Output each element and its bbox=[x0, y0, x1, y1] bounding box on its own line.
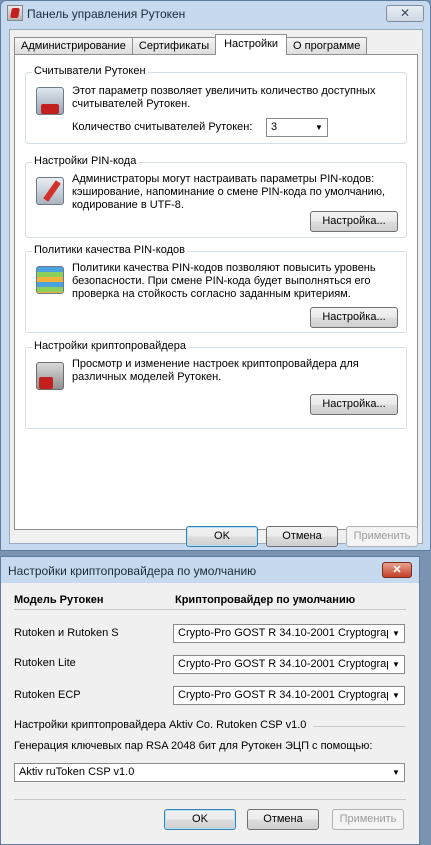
ok-button[interactable]: OK bbox=[186, 526, 258, 547]
chevron-down-icon: ▼ bbox=[311, 119, 327, 136]
chevron-down-icon: ▼ bbox=[388, 625, 404, 642]
column-header-provider: Криптопровайдер по умолчанию bbox=[175, 594, 356, 606]
close-button[interactable]: ✕ bbox=[386, 5, 424, 22]
dialog-title: Настройки криптопровайдера по умолчанию bbox=[8, 564, 257, 578]
readers-group-caption: Считыватели Рутокен bbox=[32, 65, 148, 77]
tab-strip: Администрирование Сертификаты Настройки … bbox=[14, 34, 368, 55]
provider-select-rutoken-lite[interactable]: Crypto-Pro GOST R 34.10-2001 Cryptograph… bbox=[173, 655, 405, 674]
crypto-group: Настройки криптопровайдера Просмотр и из… bbox=[25, 340, 407, 429]
crypto-settings-button[interactable]: Настройка... bbox=[310, 394, 398, 415]
readers-count-label: Количество считывателей Рутокен: bbox=[72, 121, 253, 133]
rsa-provider-value: Aktiv ruToken CSP v1.0 bbox=[19, 766, 135, 778]
rutoken-app-icon bbox=[7, 5, 23, 21]
aktiv-section-label: Настройки криптопровайдера Aktiv Co. Rut… bbox=[14, 719, 307, 731]
crypto-caption: Настройки криптопровайдера bbox=[32, 340, 189, 352]
settings-panel: Считыватели Рутокен Этот параметр позвол… bbox=[14, 54, 418, 530]
control-panel-window: Панель управления Рутокен ✕ Администриро… bbox=[0, 0, 431, 551]
buttons-divider bbox=[14, 799, 406, 800]
chevron-down-icon: ▼ bbox=[388, 764, 404, 781]
title-bar[interactable]: Панель управления Рутокен ✕ bbox=[1, 1, 430, 27]
aktiv-section-divider bbox=[313, 726, 405, 727]
dialog-apply-button: Применить bbox=[332, 809, 404, 830]
dialog-title-bar[interactable]: Настройки криптопровайдера по умолчанию … bbox=[1, 557, 419, 583]
header-divider bbox=[14, 609, 406, 610]
tab-certificates[interactable]: Сертификаты bbox=[131, 37, 217, 55]
crypto-defaults-dialog: Настройки криптопровайдера по умолчанию … bbox=[0, 556, 420, 845]
tab-settings[interactable]: Настройки bbox=[215, 34, 288, 55]
apply-button: Применить bbox=[346, 526, 418, 547]
pin-policy-description: Политики качества PIN-кодов позволяют по… bbox=[72, 262, 376, 300]
provider-value: Crypto-Pro GOST R 34.10-2001 Cryptograph… bbox=[178, 689, 405, 701]
model-label-rutoken-lite: Rutoken Lite bbox=[14, 657, 76, 669]
crypto-provider-icon bbox=[36, 362, 64, 390]
provider-value: Crypto-Pro GOST R 34.10-2001 Cryptograph… bbox=[178, 658, 405, 670]
pin-settings-button[interactable]: Настройка... bbox=[310, 211, 398, 232]
pin-settings-group: Настройки PIN-кода Администраторы могут … bbox=[25, 155, 407, 238]
readers-description: Этот параметр позволяет увеличить количе… bbox=[72, 85, 376, 110]
dialog-ok-button[interactable]: OK bbox=[164, 809, 236, 830]
pin-settings-caption: Настройки PIN-кода bbox=[32, 155, 139, 167]
column-header-model: Модель Рутокен bbox=[14, 594, 104, 606]
model-label-rutoken-s: Rutoken и Rutoken S bbox=[14, 627, 119, 639]
card-reader-icon bbox=[36, 87, 64, 115]
pin-settings-description: Администраторы могут настраивать парамет… bbox=[72, 173, 386, 211]
rsa-generation-label: Генерация ключевых пар RSA 2048 бит для … bbox=[14, 740, 373, 752]
chevron-down-icon: ▼ bbox=[388, 687, 404, 704]
crypto-description: Просмотр и изменение настроек криптопров… bbox=[72, 358, 359, 383]
chevron-down-icon: ▼ bbox=[388, 656, 404, 673]
pin-policy-group: Политики качества PIN-кодов Политики кач… bbox=[25, 244, 407, 333]
provider-value: Crypto-Pro GOST R 34.10-2001 Cryptograph… bbox=[178, 627, 405, 639]
dialog-cancel-button[interactable]: Отмена bbox=[247, 809, 319, 830]
pin-policy-caption: Политики качества PIN-кодов bbox=[32, 244, 187, 256]
policy-bars-icon bbox=[36, 266, 64, 294]
tab-about[interactable]: О программе bbox=[286, 37, 368, 55]
close-icon[interactable]: ✕ bbox=[382, 562, 412, 578]
cancel-button[interactable]: Отмена bbox=[266, 526, 338, 547]
window-title: Панель управления Рутокен bbox=[27, 7, 186, 21]
readers-count-value: 3 bbox=[271, 121, 278, 133]
window-client: Администрирование Сертификаты Настройки … bbox=[9, 29, 423, 547]
pin-pencil-icon bbox=[36, 177, 64, 205]
provider-select-rutoken-ecp[interactable]: Crypto-Pro GOST R 34.10-2001 Cryptograph… bbox=[173, 686, 405, 705]
provider-select-rutoken-s[interactable]: Crypto-Pro GOST R 34.10-2001 Cryptograph… bbox=[173, 624, 405, 643]
rsa-provider-select[interactable]: Aktiv ruToken CSP v1.0 ▼ bbox=[14, 763, 405, 782]
pin-policy-button[interactable]: Настройка... bbox=[310, 307, 398, 328]
readers-group: Считыватели Рутокен Этот параметр позвол… bbox=[25, 65, 407, 144]
model-label-rutoken-ecp: Rutoken ECP bbox=[14, 689, 81, 701]
tab-administration[interactable]: Администрирование bbox=[14, 37, 133, 55]
readers-count-select[interactable]: 3 ▼ bbox=[266, 118, 328, 137]
